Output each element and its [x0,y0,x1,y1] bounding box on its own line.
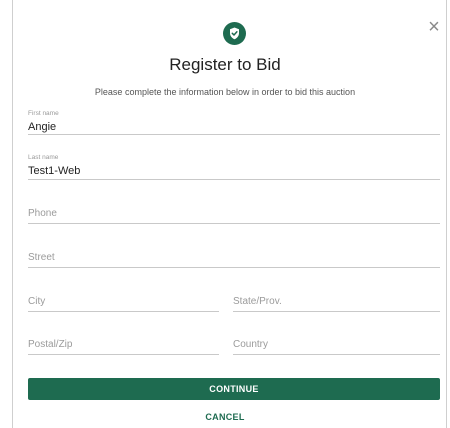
postal-placeholder: Postal/Zip [28,339,73,350]
state-placeholder: State/Prov. [233,296,282,307]
register-dialog: × Register to Bid Please complete the in… [0,0,450,428]
dialog-title: Register to Bid [169,55,281,74]
continue-button[interactable]: CONTINUE [28,378,440,400]
last-name-label: Last name [28,154,59,161]
country-field[interactable]: Country [233,327,440,355]
close-icon[interactable]: × [424,17,444,37]
state-field[interactable]: State/Prov. [233,284,440,312]
shield-check-icon [223,22,246,45]
last-name-value: Test1-Web [28,165,81,177]
street-placeholder: Street [28,252,55,263]
first-name-label: First name [28,110,59,117]
cancel-button[interactable]: CANCEL [0,412,450,422]
shield-check-glyph [230,27,239,40]
phone-field[interactable]: Phone [28,196,440,224]
first-name-field[interactable]: First name Angie [28,108,440,135]
street-field[interactable]: Street [28,240,440,268]
phone-placeholder: Phone [28,208,57,219]
country-placeholder: Country [233,339,269,350]
postal-field[interactable]: Postal/Zip [28,327,219,355]
city-field[interactable]: City [28,284,219,312]
city-placeholder: City [28,296,46,307]
first-name-value: Angie [28,121,57,133]
dialog-subtitle: Please complete the information below in… [94,87,356,97]
last-name-field[interactable]: Last name Test1-Web [28,152,440,180]
